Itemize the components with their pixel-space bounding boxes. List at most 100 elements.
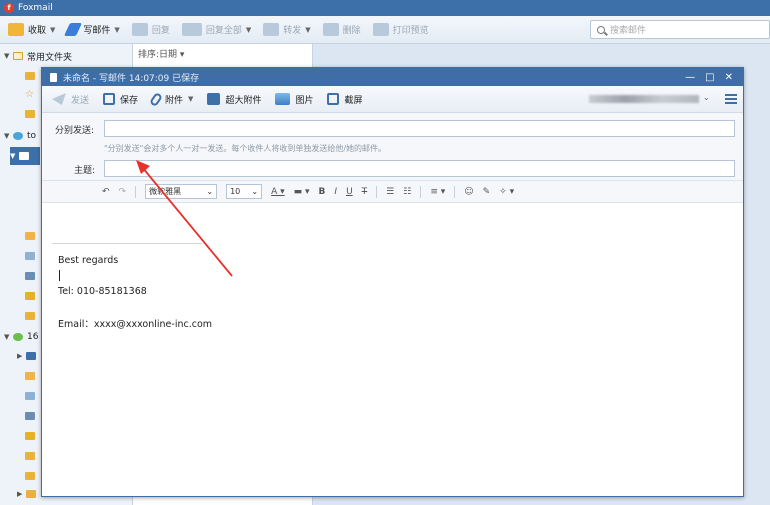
picture-icon	[275, 93, 291, 105]
font-family-select[interactable]: 微软雅黑 ⌄	[145, 184, 218, 199]
align-icon[interactable]: ≡ ▾	[430, 187, 445, 197]
compose-titlebar[interactable]: 未命名 - 写邮件 14:07:09 已保存 — □ ✕	[42, 68, 743, 86]
save-button[interactable]: 保存	[103, 93, 138, 106]
image-button[interactable]: 图片	[275, 93, 313, 106]
sidebar-item-folder[interactable]	[25, 387, 39, 405]
sort-dropdown[interactable]: 排序:日期 ▾	[138, 47, 184, 60]
subject-label: 主题:	[74, 166, 96, 176]
chevron-right-icon[interactable]: ▶	[17, 352, 24, 360]
redo-icon[interactable]: ↷	[119, 187, 127, 197]
chevron-down-icon[interactable]: ▼	[305, 26, 310, 34]
minimize-icon[interactable]: —	[685, 72, 695, 83]
folder-icon	[25, 372, 35, 380]
chevron-down-icon[interactable]: ▼	[50, 26, 55, 34]
close-icon[interactable]: ✕	[725, 72, 733, 83]
sidebar-item-folder[interactable]	[25, 427, 39, 445]
chevron-down-icon[interactable]: ⌄	[703, 93, 710, 102]
attachment-button[interactable]: 附件 ▼	[149, 91, 193, 107]
message-body-editor[interactable]: Best regards Tel: 010-85181368 Email：xxx…	[42, 203, 743, 493]
trash-icon	[25, 412, 35, 420]
sidebar-item-common-folders[interactable]: ▼ 常用文件夹	[4, 47, 72, 65]
chevron-down-icon[interactable]: ▼	[4, 52, 11, 60]
subject-input[interactable]	[104, 160, 735, 177]
main-toolbar: 收取 ▼ 写邮件 ▼ 回复 回复全部 ▼ 转发 ▼ 删除 打印预览 搜索邮件	[0, 16, 770, 44]
sidebar-item-inbox[interactable]: ▶	[17, 347, 40, 365]
document-icon	[50, 72, 57, 82]
signature-email: Email：xxxx@xxxonline-inc.com	[58, 319, 213, 330]
folder-icon	[13, 52, 23, 60]
undo-icon[interactable]: ↶	[102, 187, 110, 197]
reply-icon	[131, 23, 148, 36]
numbered-list-icon[interactable]: ☷	[403, 187, 411, 197]
compose-window: 未命名 - 写邮件 14:07:09 已保存 — □ ✕ 发送 保存 附件 ▼ …	[41, 67, 744, 497]
sidebar-item-folder[interactable]	[25, 105, 39, 123]
app-title: Foxmail	[18, 3, 53, 13]
chevron-down-icon[interactable]: ▼	[10, 152, 17, 160]
chevron-down-icon[interactable]: ▼	[4, 132, 11, 140]
sidebar-item-folder[interactable]	[25, 467, 39, 485]
sender-account-selector[interactable]	[589, 95, 699, 103]
signature-regards: Best regards	[58, 255, 119, 266]
inbox-icon	[19, 152, 29, 160]
maximize-icon[interactable]: □	[705, 72, 714, 83]
compose-toolbar: 发送 保存 附件 ▼ 超大附件 图片 截屏 ⌄	[42, 86, 743, 113]
folder-icon	[26, 490, 36, 498]
chevron-down-icon[interactable]: ▼	[114, 26, 119, 34]
delete-button[interactable]: 删除	[322, 23, 361, 36]
chevron-down-icon[interactable]: ▼	[246, 26, 251, 34]
sidebar-item-folder[interactable]	[25, 447, 39, 465]
delete-icon	[322, 23, 339, 36]
magic-wand-icon[interactable]: ✧ ▾	[499, 187, 514, 197]
receive-button[interactable]: 收取 ▼	[8, 23, 55, 36]
sidebar-item-folder[interactable]	[25, 67, 39, 85]
sidebar-item-folder[interactable]	[25, 267, 39, 285]
toolbar-divider	[454, 185, 456, 198]
italic-icon[interactable]: I	[334, 187, 337, 197]
attachment-label: 附件	[165, 95, 184, 106]
emoji-icon[interactable]: ☺	[464, 187, 473, 197]
search-input[interactable]: 搜索邮件	[590, 20, 770, 39]
font-size-select[interactable]: 10 ⌄	[226, 184, 263, 199]
screenshot-button[interactable]: 截屏	[327, 93, 362, 106]
chevron-down-icon[interactable]: ▼	[188, 95, 193, 103]
large-attachment-button[interactable]: 超大附件	[207, 93, 261, 106]
separate-send-hint: "分别发送"会对多个人一对一发送。每个收件人将收到单独发送给他/她的邮件。	[104, 144, 387, 153]
menu-list-icon[interactable]	[725, 94, 737, 104]
sidebar-item-folder[interactable]	[25, 367, 39, 385]
separate-send-input[interactable]	[104, 120, 735, 137]
strikethrough-icon[interactable]: T	[362, 187, 368, 197]
forward-icon	[263, 23, 280, 36]
trash-icon	[25, 272, 35, 280]
sidebar-item-inbox-selected[interactable]: ▼	[10, 147, 40, 165]
compose-header: 分别发送: "分别发送"会对多个人一对一发送。每个收件人将收到单独发送给他/她的…	[42, 113, 743, 181]
compose-button[interactable]: 写邮件 ▼	[64, 23, 120, 36]
print-preview-button[interactable]: 打印预览	[372, 23, 429, 36]
font-size-value: 10	[230, 187, 241, 196]
sidebar-item-folder[interactable]	[25, 287, 39, 305]
sidebar-item-folder[interactable]: ▶	[17, 485, 40, 503]
reply-button[interactable]: 回复	[131, 23, 170, 36]
sidebar-item-folder[interactable]	[25, 407, 39, 425]
chevron-right-icon[interactable]: ▶	[17, 490, 24, 498]
brush-icon[interactable]: ✎	[483, 187, 491, 197]
send-button[interactable]: 发送	[52, 93, 89, 106]
folder-icon	[25, 110, 35, 118]
forward-button[interactable]: 转发 ▼	[263, 23, 311, 36]
chevron-down-icon[interactable]: ▼	[4, 333, 11, 341]
sidebar-item-account-1[interactable]: ▼ to	[4, 127, 36, 145]
highlight-color-icon[interactable]: ▬ ▾	[294, 187, 310, 197]
reply-all-button[interactable]: 回复全部 ▼	[181, 23, 251, 36]
sidebar-item-folder[interactable]	[25, 307, 39, 325]
font-color-icon[interactable]: A ▾	[271, 187, 285, 197]
folder-icon	[25, 72, 35, 80]
spam-icon	[25, 432, 35, 440]
sidebar-item-folder[interactable]	[25, 247, 39, 265]
bold-icon[interactable]: B	[319, 187, 326, 197]
bullet-list-icon[interactable]: ☰	[386, 187, 394, 197]
sidebar-item-account-2[interactable]: ▼ 16	[4, 328, 38, 346]
text-cursor	[59, 270, 60, 281]
sidebar-item-folder[interactable]	[25, 227, 39, 245]
sidebar-item-starred[interactable]: ☆	[25, 85, 34, 103]
reply-label: 回复	[151, 26, 170, 36]
underline-icon[interactable]: U	[346, 187, 353, 197]
